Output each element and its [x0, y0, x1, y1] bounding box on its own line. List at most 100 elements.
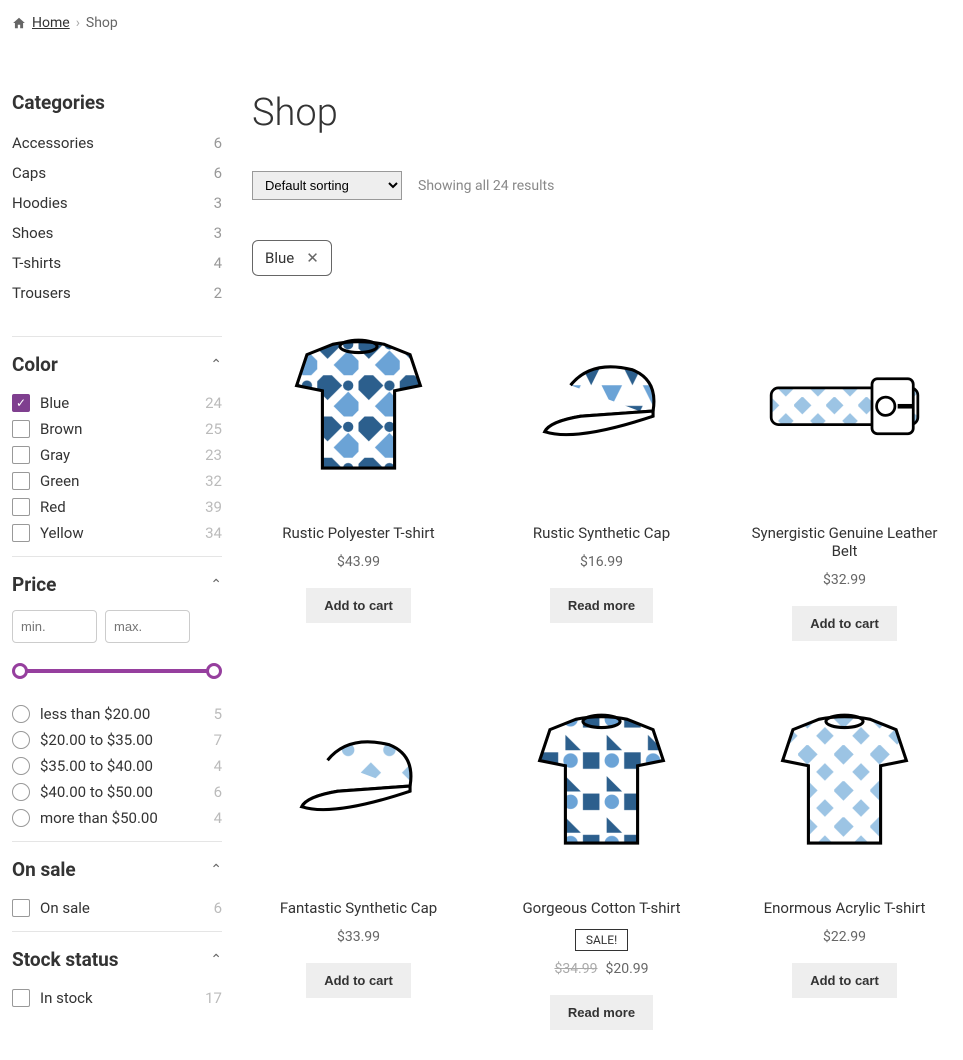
sale-badge: SALE!: [575, 929, 628, 951]
breadcrumb-current: Shop: [86, 15, 118, 31]
product-price: $33.99: [252, 929, 465, 945]
checkbox-icon: [12, 989, 30, 1007]
add-to-cart-button[interactable]: Add to cart: [306, 963, 411, 998]
color-count: 32: [205, 472, 222, 490]
filter-chip-label: Blue: [265, 249, 294, 267]
product-price: $34.99$20.99: [495, 961, 708, 977]
checkbox-icon: [12, 899, 30, 917]
category-count: 3: [214, 224, 222, 242]
slider-handle-min[interactable]: [12, 663, 28, 679]
color-label: Brown: [40, 420, 205, 438]
color-filter-toggle[interactable]: Color ⌃: [12, 353, 222, 376]
range-count: 4: [214, 757, 222, 775]
stock-filter-toggle[interactable]: Stock status ⌃: [12, 948, 222, 971]
category-label: Trousers: [12, 284, 71, 302]
onsale-label: On sale: [40, 899, 214, 917]
color-count: 25: [205, 420, 222, 438]
range-count: 6: [214, 783, 222, 801]
product-price: $32.99: [738, 572, 951, 588]
breadcrumb-home[interactable]: Home: [32, 15, 70, 31]
onsale-option[interactable]: On sale6: [12, 895, 222, 921]
color-list: ✓Blue24 Brown25 Gray23 Green32 Red39 Yel…: [12, 390, 222, 546]
range-count: 5: [214, 705, 222, 723]
product-title: Rustic Polyester T-shirt: [252, 524, 465, 542]
color-option[interactable]: ✓Blue24: [12, 390, 222, 416]
slider-handle-max[interactable]: [206, 663, 222, 679]
stock-list: In stock17: [12, 985, 222, 1011]
category-count: 4: [214, 254, 222, 272]
read-more-button[interactable]: Read more: [550, 588, 653, 623]
color-filter: Color ⌃ ✓Blue24 Brown25 Gray23 Green32 R…: [12, 336, 222, 546]
product-image: [495, 316, 708, 496]
chevron-up-icon: ⌃: [210, 862, 222, 878]
price-range-option[interactable]: $35.00 to $40.004: [12, 753, 222, 779]
color-label: Yellow: [40, 524, 205, 542]
product-title: Gorgeous Cotton T-shirt: [495, 899, 708, 917]
color-count: 24: [205, 394, 222, 412]
checkbox-icon: [12, 498, 30, 516]
range-label: less than $20.00: [40, 705, 214, 723]
category-item[interactable]: Trousers2: [12, 278, 222, 308]
product-card[interactable]: Synergistic Genuine Leather Belt $32.99 …: [738, 316, 951, 641]
categories-heading: Categories: [12, 91, 222, 114]
read-more-button[interactable]: Read more: [550, 995, 653, 1030]
onsale-filter-toggle[interactable]: On sale ⌃: [12, 858, 222, 881]
old-price: $34.99: [554, 961, 597, 977]
color-option[interactable]: Yellow34: [12, 520, 222, 546]
category-item[interactable]: Hoodies3: [12, 188, 222, 218]
range-count: 7: [214, 731, 222, 749]
price-range-option[interactable]: $40.00 to $50.006: [12, 779, 222, 805]
product-image: [738, 316, 951, 496]
range-label: $40.00 to $50.00: [40, 783, 214, 801]
category-label: T-shirts: [12, 254, 61, 272]
onsale-filter: On sale ⌃ On sale6: [12, 841, 222, 921]
range-label: $35.00 to $40.00: [40, 757, 214, 775]
category-item[interactable]: Shoes 3: [12, 218, 222, 248]
range-count: 4: [214, 809, 222, 827]
stock-option[interactable]: In stock17: [12, 985, 222, 1011]
sort-select[interactable]: Default sorting: [252, 171, 402, 200]
product-card[interactable]: Rustic Polyester T-shirt $43.99 Add to c…: [252, 316, 465, 641]
close-icon[interactable]: ✕: [306, 249, 319, 267]
add-to-cart-button[interactable]: Add to cart: [792, 606, 897, 641]
price-range-option[interactable]: less than $20.005: [12, 701, 222, 727]
price-filter-toggle[interactable]: Price ⌃: [12, 573, 222, 596]
color-option[interactable]: Brown25: [12, 416, 222, 442]
color-option[interactable]: Red39: [12, 494, 222, 520]
sidebar: Categories Accessories6 Caps6 Hoodies3 S…: [12, 91, 222, 1030]
product-grid: Rustic Polyester T-shirt $43.99 Add to c…: [252, 316, 951, 1030]
add-to-cart-button[interactable]: Add to cart: [792, 963, 897, 998]
product-card[interactable]: Fantastic Synthetic Cap $33.99 Add to ca…: [252, 691, 465, 1030]
price-range-option[interactable]: more than $50.004: [12, 805, 222, 831]
main-content: Shop Default sorting Showing all 24 resu…: [252, 91, 951, 1030]
color-option[interactable]: Gray23: [12, 442, 222, 468]
product-card[interactable]: Rustic Synthetic Cap $16.99 Read more: [495, 316, 708, 641]
product-price: $22.99: [738, 929, 951, 945]
price-min-input[interactable]: [12, 610, 97, 643]
active-filters: Blue ✕: [252, 240, 951, 276]
category-item[interactable]: Caps6: [12, 158, 222, 188]
range-label: $20.00 to $35.00: [40, 731, 214, 749]
breadcrumb-separator: ›: [76, 15, 80, 31]
onsale-count: 6: [214, 899, 222, 917]
radio-icon: [12, 809, 30, 827]
category-item[interactable]: T-shirts 4: [12, 248, 222, 278]
product-card[interactable]: Enormous Acrylic T-shirt $22.99 Add to c…: [738, 691, 951, 1030]
category-label: Shoes: [12, 224, 53, 242]
category-item[interactable]: Accessories6: [12, 128, 222, 158]
category-label: Accessories: [12, 134, 94, 152]
page-title: Shop: [252, 91, 951, 135]
color-count: 39: [205, 498, 222, 516]
category-label: Caps: [12, 164, 46, 182]
radio-icon: [12, 731, 30, 749]
price-heading: Price: [12, 573, 56, 596]
color-option[interactable]: Green32: [12, 468, 222, 494]
add-to-cart-button[interactable]: Add to cart: [306, 588, 411, 623]
color-label: Gray: [40, 446, 205, 464]
price-slider[interactable]: [12, 661, 222, 681]
product-card[interactable]: Gorgeous Cotton T-shirt SALE! $34.99$20.…: [495, 691, 708, 1030]
color-count: 23: [205, 446, 222, 464]
price-range-option[interactable]: $20.00 to $35.007: [12, 727, 222, 753]
product-price: $16.99: [495, 554, 708, 570]
price-max-input[interactable]: [105, 610, 190, 643]
